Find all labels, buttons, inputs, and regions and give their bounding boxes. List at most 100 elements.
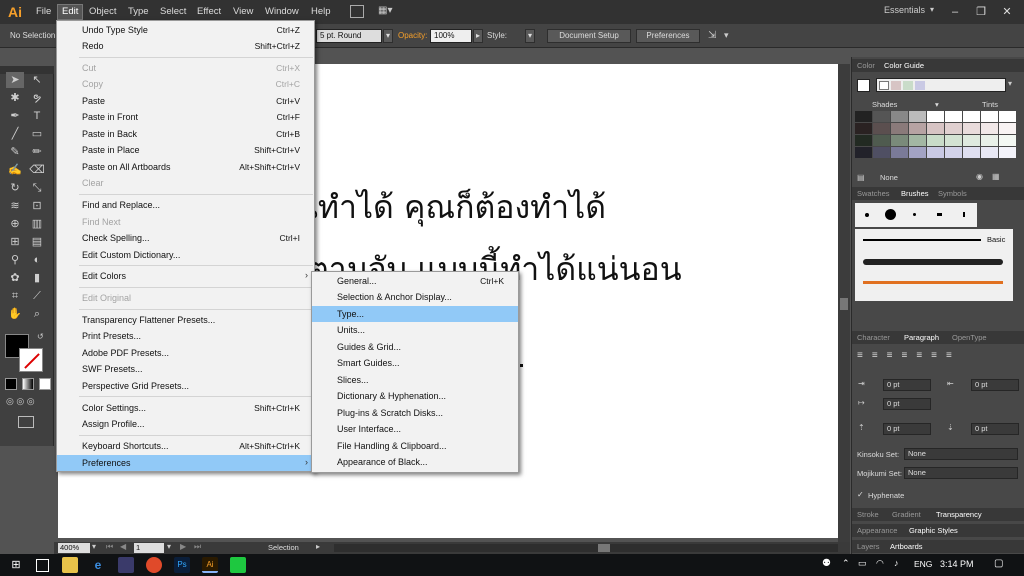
symbol-sprayer-tool-icon[interactable]: ✿ — [6, 270, 24, 286]
slice-tool-icon[interactable]: ⟋ — [28, 288, 46, 304]
menu-file[interactable]: File — [32, 5, 55, 19]
photoshop-icon[interactable]: Ps — [174, 557, 190, 573]
chrome-icon[interactable] — [146, 557, 162, 573]
swatch[interactable] — [873, 111, 890, 122]
swatch[interactable] — [945, 111, 962, 122]
line-tool-icon[interactable]: ╱ — [6, 126, 24, 142]
harmony-rules-dropdown[interactable] — [876, 78, 1006, 92]
right-indent-field[interactable]: 0 pt — [971, 379, 1019, 391]
menu-item-units[interactable]: Units... — [312, 322, 518, 338]
color-guide-base-swatch[interactable] — [857, 79, 870, 92]
limit-swatch-library-icon[interactable]: ▤ — [857, 173, 865, 182]
previous-artboard-icon[interactable]: ◀ — [120, 542, 126, 551]
tab-character[interactable]: Character — [857, 333, 890, 342]
close-button[interactable]: ✕ — [996, 3, 1018, 21]
menu-item-swf-presets[interactable]: SWF Presets... — [57, 361, 314, 377]
preferences-button[interactable]: Preferences — [636, 29, 700, 43]
swap-fill-stroke-icon[interactable]: ↺ — [37, 332, 44, 341]
menu-item-find-next[interactable]: Find Next — [57, 214, 314, 230]
menu-item-edit-colors[interactable]: Edit Colors › — [57, 268, 314, 284]
color-guide-swatch-grid[interactable] — [855, 111, 1021, 168]
swatch[interactable] — [891, 135, 908, 146]
swatch[interactable] — [891, 111, 908, 122]
file-explorer-icon[interactable] — [62, 557, 78, 573]
swatch[interactable] — [945, 123, 962, 134]
free-transform-tool-icon[interactable]: ⊡ — [28, 198, 46, 214]
kinsoku-dropdown[interactable]: None — [904, 448, 1018, 460]
edge-browser-icon[interactable]: e — [90, 557, 106, 573]
warp-tool-icon[interactable]: ≋ — [6, 198, 24, 214]
menu-item-clear[interactable]: Clear — [57, 175, 314, 191]
perspective-grid-tool-icon[interactable]: ▥ — [28, 216, 46, 232]
menu-type[interactable]: Type — [124, 5, 153, 19]
restore-button[interactable]: ❐ — [970, 3, 992, 21]
menu-item-transparency-flattener-presets[interactable]: Transparency Flattener Presets... — [57, 312, 314, 328]
menu-item-edit-custom-dictionary[interactable]: Edit Custom Dictionary... — [57, 247, 314, 263]
status-menu-icon[interactable]: ▸ — [316, 542, 320, 551]
arrange-documents-icon[interactable]: ▦▾ — [378, 5, 400, 18]
save-color-group-icon[interactable]: ▦ — [992, 172, 1000, 181]
tab-graphic-styles[interactable]: Graphic Styles — [909, 526, 958, 535]
swatch[interactable] — [945, 135, 962, 146]
horizontal-scrollbar[interactable] — [334, 544, 838, 552]
stroke-color-swatch[interactable] — [19, 348, 43, 372]
opacity-dropdown-icon[interactable]: ▸ — [473, 29, 483, 43]
swatch[interactable] — [927, 147, 944, 158]
brush-preset[interactable] — [913, 213, 916, 216]
menu-item-paste-in-back[interactable]: Paste in Back Ctrl+B — [57, 126, 314, 142]
menu-item-guides-grid[interactable]: Guides & Grid... — [312, 339, 518, 355]
swatch[interactable] — [999, 135, 1016, 146]
menu-item-smart-guides[interactable]: Smart Guides... — [312, 355, 518, 371]
paint-app-icon[interactable] — [118, 557, 134, 573]
brush-strokes-list[interactable]: Basic — [855, 229, 1013, 301]
swatch[interactable] — [981, 111, 998, 122]
swatch[interactable] — [981, 123, 998, 134]
harmony-dropdown-icon[interactable]: ▾ — [1008, 79, 1012, 88]
bridge-icon[interactable] — [350, 5, 364, 18]
swatch[interactable] — [927, 135, 944, 146]
tab-brushes[interactable]: Brushes — [901, 189, 929, 198]
charcoal-brush-stroke[interactable] — [863, 259, 1003, 265]
blob-brush-tool-icon[interactable]: ✍ — [6, 162, 24, 178]
menu-item-keyboard-shortcuts[interactable]: Keyboard Shortcuts... Alt+Shift+Ctrl+K — [57, 438, 314, 454]
menu-item-redo[interactable]: Redo Shift+Ctrl+Z — [57, 38, 314, 54]
panel-menu-icon[interactable]: ▾ — [724, 30, 729, 41]
arrow-brush-stroke[interactable] — [863, 281, 1003, 284]
hyphenate-checkbox[interactable]: ✓ — [857, 490, 864, 499]
gradient-tool-icon[interactable]: ▤ — [28, 234, 46, 250]
basic-brush-stroke[interactable] — [863, 239, 981, 241]
tab-stroke[interactable]: Stroke — [857, 510, 879, 519]
wifi-icon[interactable]: ◠ — [876, 558, 884, 569]
hand-tool-icon[interactable]: ✋ — [6, 306, 24, 322]
brush-preset[interactable] — [865, 213, 869, 217]
tab-gradient[interactable]: Gradient — [892, 510, 921, 519]
swatch[interactable] — [891, 123, 908, 134]
swatch[interactable] — [981, 147, 998, 158]
pen-tool-icon[interactable]: ✒ — [6, 108, 24, 124]
menu-item-undo[interactable]: Undo Type Style Ctrl+Z — [57, 22, 314, 38]
rectangle-tool-icon[interactable]: ▭ — [28, 126, 46, 142]
scale-tool-icon[interactable]: ⤡ — [28, 180, 46, 196]
workspace-switcher[interactable]: Essentials — [884, 5, 925, 15]
menu-item-paste-in-place[interactable]: Paste in Place Shift+Ctrl+V — [57, 142, 314, 158]
menu-item-plugins-scratch-disks[interactable]: Plug-ins & Scratch Disks... — [312, 405, 518, 421]
start-windows-icon[interactable]: ⊞ — [8, 557, 24, 573]
shape-builder-tool-icon[interactable]: ⊕ — [6, 216, 24, 232]
tab-symbols[interactable]: Symbols — [938, 189, 967, 198]
artboard-number-field[interactable]: 1 — [134, 543, 164, 553]
menu-item-find-and-replace[interactable]: Find and Replace... — [57, 197, 314, 213]
swatch[interactable] — [945, 147, 962, 158]
space-before-field[interactable]: 0 pt — [883, 423, 931, 435]
style-dropdown-icon[interactable]: ▾ — [525, 29, 535, 43]
selection-tool-icon[interactable]: ➤ — [6, 72, 24, 88]
menu-item-file-handling-clipboard[interactable]: File Handling & Clipboard... — [312, 438, 518, 454]
edit-colors-icon[interactable]: ◉ — [976, 172, 983, 181]
zoom-dropdown-icon[interactable]: ▾ — [92, 542, 96, 551]
swatch[interactable] — [891, 147, 908, 158]
people-icon[interactable]: ⚉ — [822, 558, 831, 569]
menu-effect[interactable]: Effect — [193, 5, 225, 19]
menu-view[interactable]: View — [229, 5, 257, 19]
brush-preset[interactable] — [963, 212, 965, 217]
artboard-tool-icon[interactable]: ⌗ — [6, 288, 24, 304]
menu-item-dictionary-hyphenation[interactable]: Dictionary & Hyphenation... — [312, 388, 518, 404]
